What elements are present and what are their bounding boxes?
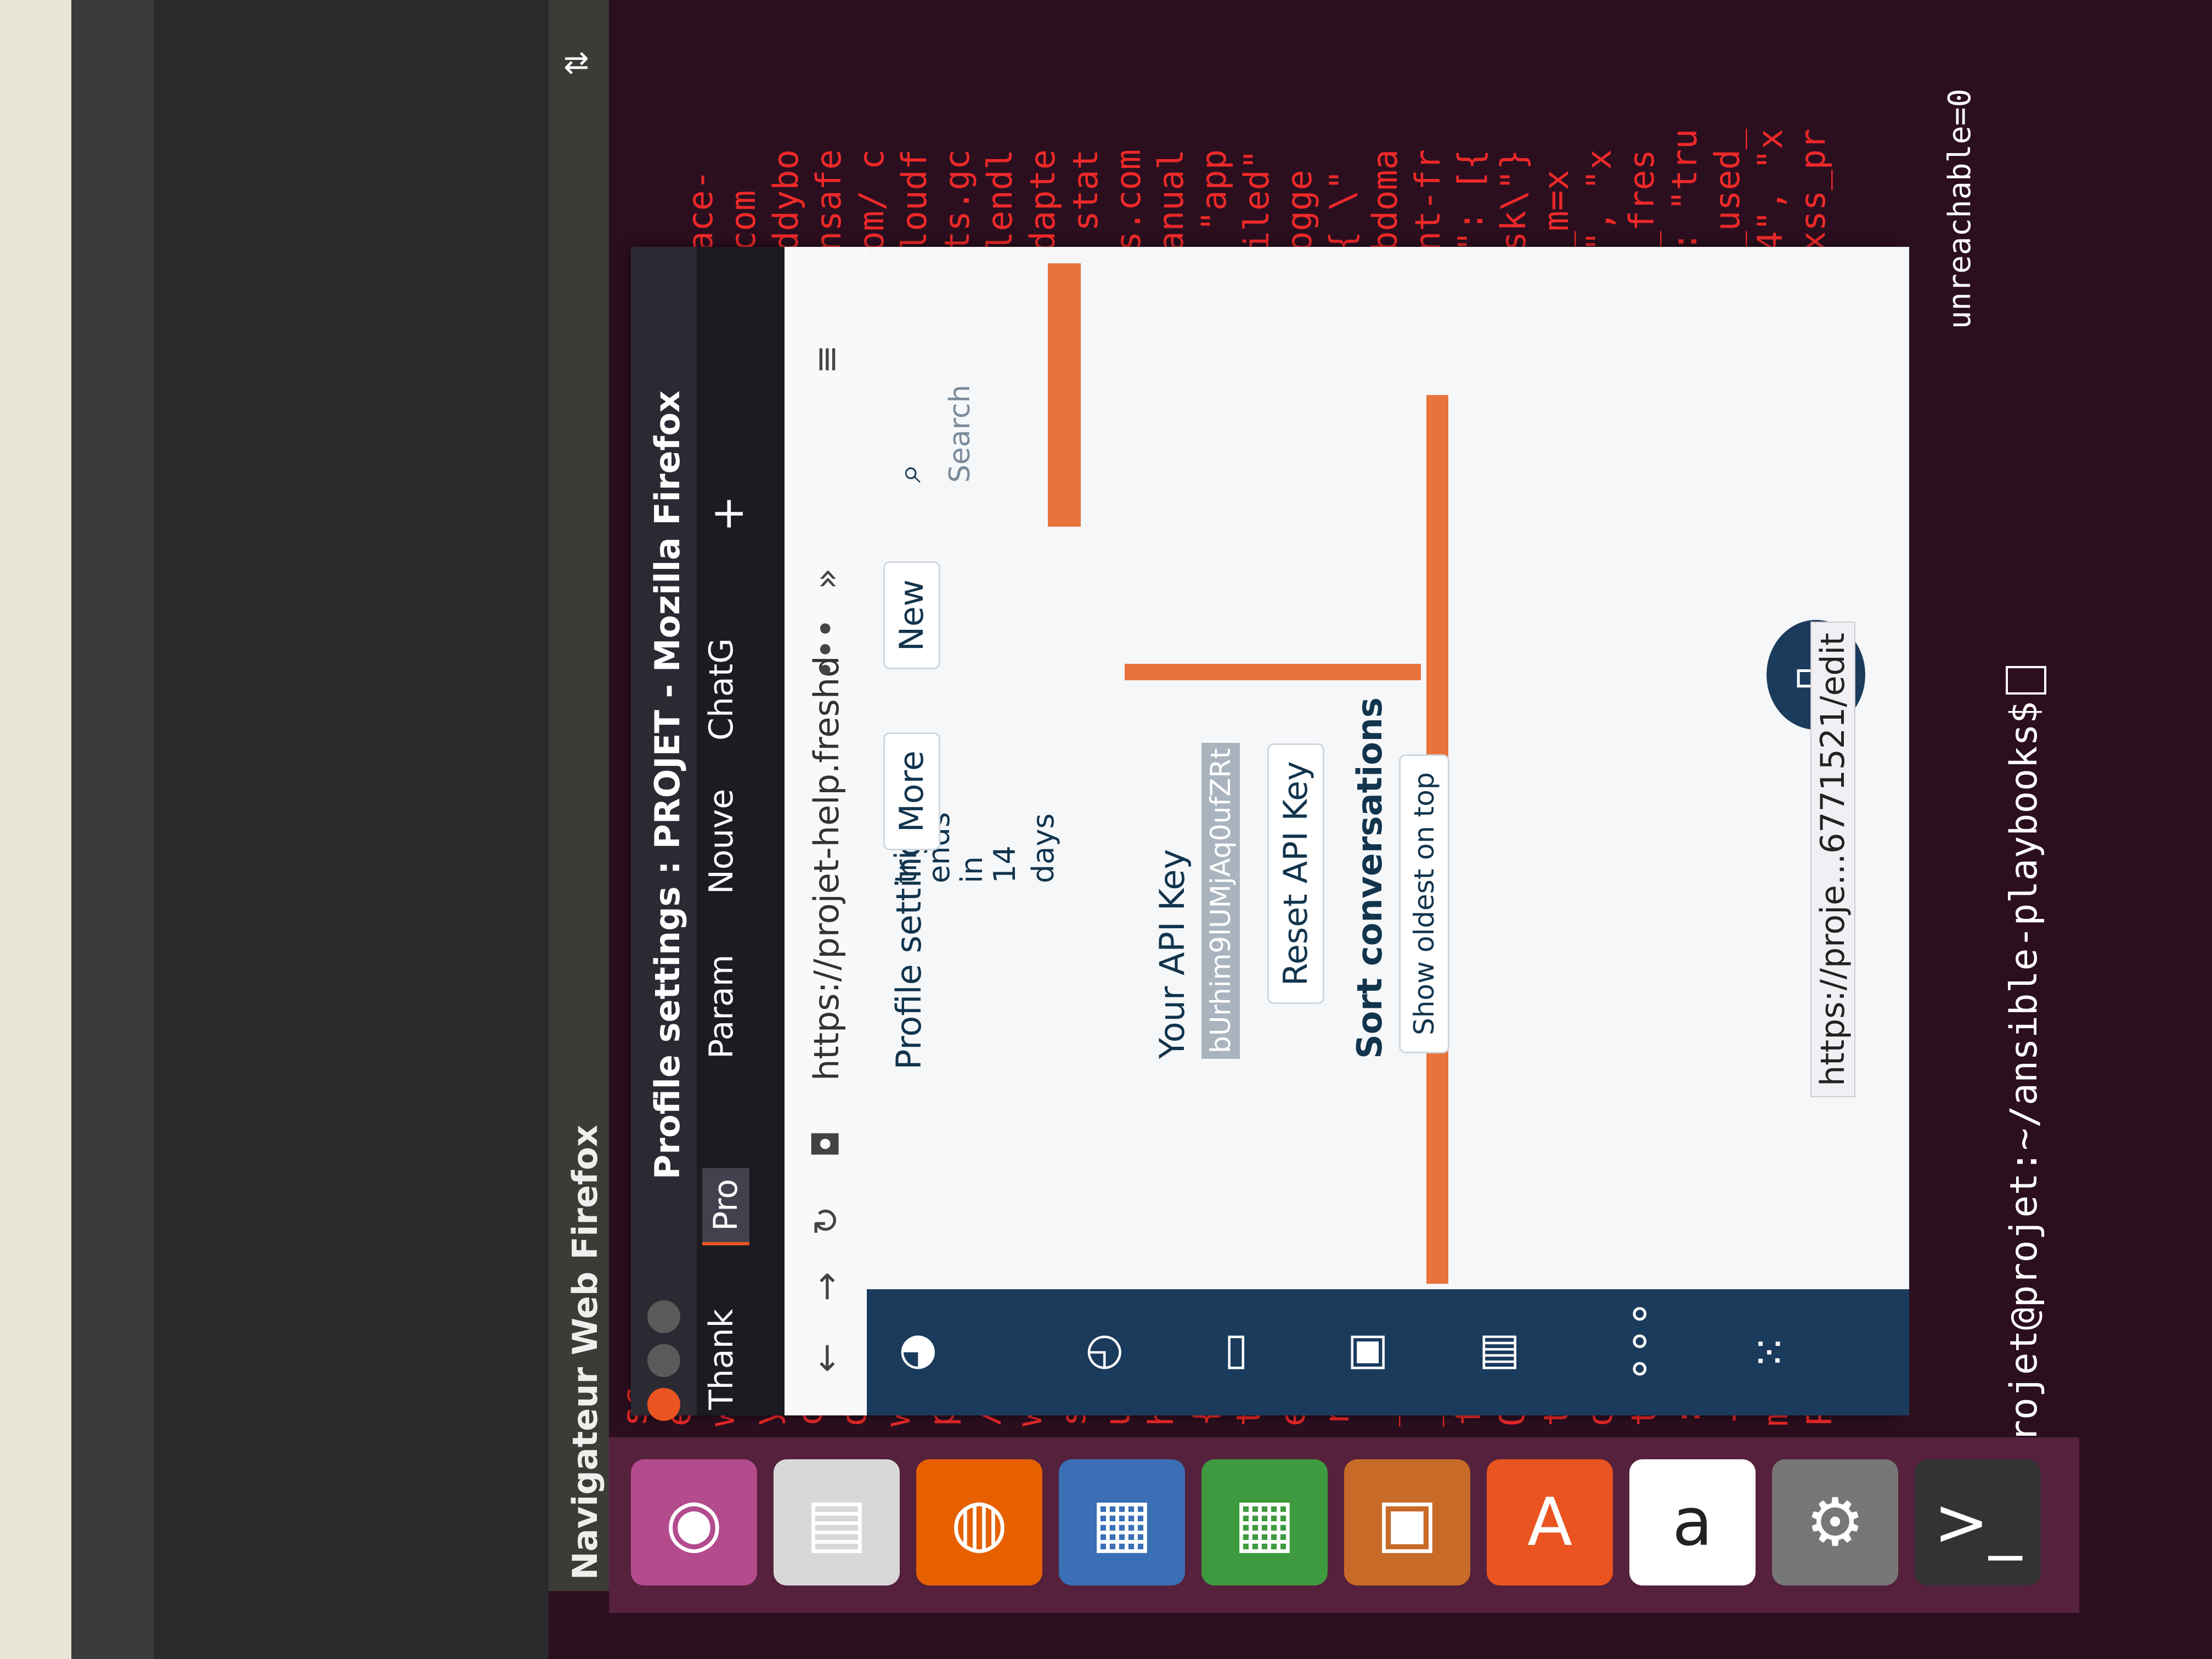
app-grid-icon[interactable]: ⁙: [1745, 1322, 1805, 1383]
dashboard-icon[interactable]: ◴: [1075, 1322, 1136, 1383]
page-actions-icon[interactable]: •••: [806, 618, 847, 680]
panel-title[interactable]: Navigateur Web Firefox: [565, 1125, 605, 1580]
firefox-icon[interactable]: ◍: [916, 1459, 1042, 1585]
contacts-icon[interactable]: ▣: [1339, 1322, 1399, 1383]
network-icon[interactable]: ⇅: [560, 44, 598, 82]
firefox-window[interactable]: Profile settings : PROJET - Mozilla Fire…: [631, 247, 1909, 1421]
api-key-value[interactable]: bUrhim9lUMjAq0ufZRt: [1201, 742, 1240, 1059]
ubuntu-icon[interactable]: ◉: [631, 1459, 757, 1585]
amazon-icon[interactable]: a: [1629, 1459, 1756, 1585]
desktop-screen: Navigateur Web Firefox ⇅ arketplace-eyse…: [549, 0, 2212, 1659]
monitor-bezel: [0, 0, 71, 1659]
tab-profile[interactable]: Pro: [702, 1167, 749, 1245]
knowledge-base-icon[interactable]: ▥: [1470, 1322, 1531, 1383]
more-apps-icon[interactable]: ∘∘∘: [1613, 1300, 1673, 1383]
prompt-text: projet@projet:~/ansible-playbooks$: [2002, 701, 2046, 1465]
reset-api-key-button[interactable]: Reset API Key: [1267, 743, 1324, 1004]
trial-text-3: in: [955, 856, 989, 883]
settings-icon[interactable]: ⚙: [1772, 1459, 1898, 1585]
tab-nouveau[interactable]: Nouve: [702, 789, 741, 894]
new-button[interactable]: New: [883, 561, 940, 669]
progress-bar-top: [1048, 263, 1081, 527]
trial-text-5: days: [1026, 813, 1060, 883]
overflow-icon[interactable]: »: [806, 560, 847, 598]
monitor-edge: [71, 0, 154, 1659]
dock: ◉ ▤ ◍ ▦ ▦ ▣ Aa ⚙ >_: [609, 1437, 2079, 1613]
freshdesk-logo-icon[interactable]: ◕: [889, 1322, 949, 1383]
freshdesk-page: Profile settings trial ends in 14 days M…: [867, 247, 1909, 1289]
window-controls: [647, 1300, 680, 1432]
writer-icon[interactable]: ▦: [1059, 1459, 1185, 1585]
sort-dropdown[interactable]: Show oldest on top: [1399, 754, 1449, 1053]
terminal-unreachable: unreachable=0: [1942, 88, 1978, 329]
top-panel: Navigateur Web Firefox ⇅: [549, 0, 609, 1591]
impress-icon[interactable]: ▣: [1344, 1459, 1470, 1585]
navigation-bar: ← → ↻ ◘ https://projet-help.freshd ••• »…: [785, 247, 868, 1415]
close-window-button[interactable]: [647, 1388, 680, 1421]
tab-chatgpt[interactable]: ChatG: [702, 638, 741, 741]
back-icon[interactable]: ←: [806, 1339, 847, 1377]
tab-param[interactable]: Param: [702, 955, 741, 1059]
api-key-heading: Your API Key: [1152, 849, 1192, 1059]
sort-title: Sort conversations: [1350, 697, 1390, 1059]
more-button[interactable]: More: [883, 732, 940, 850]
menu-icon[interactable]: ≡: [806, 340, 847, 379]
url-bar[interactable]: https://projet-help.freshd: [806, 656, 847, 1081]
new-tab-button[interactable]: +: [702, 495, 753, 532]
search-icon[interactable]: ⌕: [889, 464, 929, 483]
search-label[interactable]: Search: [944, 385, 977, 483]
maximize-button[interactable]: [647, 1300, 680, 1333]
forward-icon[interactable]: →: [806, 1267, 847, 1306]
tickets-icon[interactable]: ▭: [1207, 1322, 1267, 1383]
cursor-icon: [2006, 666, 2047, 695]
status-bar-url: https://proje...6771521/edit: [1810, 622, 1855, 1097]
reload-icon[interactable]: ↻: [806, 1201, 847, 1240]
calc-icon[interactable]: ▦: [1201, 1459, 1328, 1585]
terminal-prompt[interactable]: projet@projet:~/ansible-playbooks$: [2002, 666, 2047, 1465]
trial-text-4: 14: [988, 845, 1022, 883]
minimize-button[interactable]: [647, 1344, 680, 1377]
software-icon[interactable]: A: [1487, 1459, 1613, 1585]
tab-strip: Thank Pro Param Nouve ChatG +: [697, 247, 785, 1415]
window-title: Profile settings : PROJET - Mozilla Fire…: [647, 390, 687, 1180]
shield-icon[interactable]: ◘: [806, 1125, 847, 1163]
tab-thank[interactable]: Thank: [702, 1309, 741, 1410]
progress-bar-bottom: [1125, 664, 1421, 680]
files-icon[interactable]: ▤: [774, 1459, 900, 1585]
freshdesk-sidebar: ◕ ◴ ▭ ▣ ▥ ∘∘∘ ⁙: [867, 1289, 1909, 1415]
window-titlebar[interactable]: Profile settings : PROJET - Mozilla Fire…: [631, 247, 697, 1421]
terminal-icon[interactable]: >_: [1915, 1459, 2041, 1585]
